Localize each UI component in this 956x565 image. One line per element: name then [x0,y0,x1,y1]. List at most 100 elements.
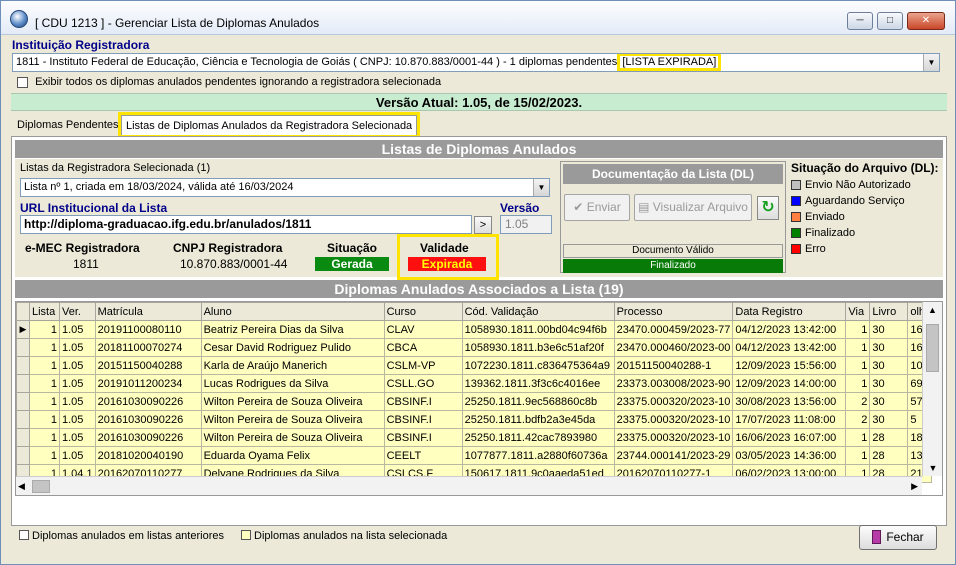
table-cell: 1 [29,428,60,447]
column-header-via[interactable]: Via [845,302,871,321]
lista-select[interactable]: Lista nº 1, criada em 18/03/2024, válida… [20,178,550,197]
swatch-icon [791,212,801,222]
visualizar-arquivo-button[interactable]: ▤ Visualizar Arquivo [634,194,752,221]
table-cell: Wilton Pereira de Souza Oliveira [200,392,385,411]
column-header-lista[interactable]: Lista [29,302,60,321]
column-header-curso[interactable]: Curso [383,302,463,321]
table-cell: 17/07/2023 11:08:00 [732,410,847,429]
diplomas-table: Lista Ver. Matrícula Aluno Curso Cód. Va… [16,302,932,483]
table-row[interactable]: 1 1.05 20151150040288 Karla de Araújo Maner… [16,356,932,375]
table-row[interactable]: 1 1.05 20191011200234 Lucas Rodrigues da Si… [16,374,932,393]
legend-label: Enviado [805,211,845,223]
table-cell: 20161030090226 [94,428,202,447]
table-cell: 1 [845,320,871,339]
column-header-livro[interactable]: Livro [869,302,909,321]
legend-item: Finalizado [791,225,941,241]
table-row[interactable]: 1 1.05 20161030090226 Wilton Pereira de Sou… [16,410,932,429]
table-cell: 20151150040288 [94,356,202,375]
url-go-button[interactable]: > [474,216,492,234]
close-window-button[interactable]: ✕ [907,12,945,30]
tab-listas-diplomas-anulados[interactable]: Listas de Diplomas Anulados da Registrad… [117,112,421,138]
chevron-down-icon[interactable]: ▼ [533,179,549,196]
column-header-aluno[interactable]: Aluno [200,302,385,321]
chevron-down-icon[interactable]: ▼ [923,54,939,71]
column-header-matricula[interactable]: Matrícula [94,302,202,321]
documentacao-title: Documentação da Lista (DL) [563,164,783,184]
legend-item: Envio Não Autorizado [791,177,941,193]
table-row[interactable]: ▶ 1 1.05 20191100080110 Beatriz Pereira Dias… [16,320,932,339]
documentacao-box: Documentação da Lista (DL) ✔ Enviar ▤ Vi… [560,161,786,273]
legend-label: Envio Não Autorizado [805,179,911,191]
table-cell: 1 [29,374,60,393]
validade-badge: Expirada [408,257,486,271]
url-field[interactable]: http://diploma-graduacao.ifg.edu.br/anul… [20,215,472,234]
table-row[interactable]: 1 1.05 20181100070274 Cesar David Rodriguez… [16,338,932,357]
listas-selecionada-label: Listas da Registradora Selecionada (1) [20,162,211,174]
legend-item: Enviado [791,209,941,225]
scroll-left-icon[interactable]: ◀ [18,477,25,495]
swatch-icon [791,180,801,190]
table-cell: 1058930.1811.00bd04c94f6b [461,320,615,339]
scroll-thumb[interactable] [926,324,939,372]
row-indicator [16,410,30,429]
table-cell: 23470.000459/2023-77 [613,320,734,339]
table-row[interactable]: 1 1.05 20181020040190 Eduarda Oyama Felix CE… [16,446,932,465]
emec-label: e-MEC Registradora [25,241,140,255]
legend-item: Aguardando Serviço [791,193,941,209]
column-header-cod-validacao[interactable]: Cód. Validação [461,302,615,321]
table-cell: 1 [845,428,871,447]
horizontal-scrollbar[interactable]: ◀ ▶ [16,476,922,495]
checkmark-icon: ✔ [573,200,584,214]
legend-item: Erro [791,241,941,257]
validade-label: Validade [420,241,469,255]
tab-panel: Listas de Diplomas Anulados Listas da Re… [11,136,947,526]
row-indicator [16,392,30,411]
fechar-label: Fechar [886,530,924,544]
table-cell: 1 [29,446,60,465]
scroll-thumb[interactable] [32,480,50,493]
table-cell: 23470.000460/2023-00 [613,338,734,357]
table-cell: 04/12/2023 13:42:00 [732,338,847,357]
scroll-down-icon[interactable]: ▼ [923,460,942,476]
table-cell: 30 [869,356,909,375]
show-all-checkbox[interactable] [17,76,28,88]
table-cell: CSLL.GO [383,374,463,393]
refresh-button[interactable]: ↻ [757,196,779,220]
scroll-up-icon[interactable]: ▲ [923,302,942,318]
table-row[interactable]: 1 1.05 20161030090226 Wilton Pereira de Sou… [16,428,932,447]
column-header-data-registro[interactable]: Data Registro [732,302,847,321]
table-cell: 2 [845,392,871,411]
column-header-ver[interactable]: Ver. [59,302,96,321]
table-row[interactable]: 1 1.05 20161030090226 Wilton Pereira de Sou… [16,392,932,411]
tab-diplomas-pendentes[interactable]: Diplomas Pendentes [13,115,123,135]
table-cell: 23375.000320/2023-10 [613,392,734,411]
table-cell: 1072230.1811.c836475364a9 [461,356,615,375]
row-indicator [16,356,30,375]
table-cell: 23375.000320/2023-10 [613,428,734,447]
fechar-button[interactable]: Fechar [859,525,937,550]
minimize-button[interactable]: ─ [847,12,873,30]
scroll-right-icon[interactable]: ▶ [911,477,918,495]
table-cell: Beatriz Pereira Dias da Silva [200,320,385,339]
title-bar: [ CDU 1213 ] - Gerenciar Lista de Diplom… [1,1,955,35]
table-cell: 1077877.1811.a2880f60736a [461,446,615,465]
table-cell: 25250.1811.42cac7893980 [461,428,615,447]
table-cell: CSLM-VP [383,356,463,375]
table-cell: 139362.1811.3f3c6c4016ee [461,374,615,393]
table-cell: 30 [869,392,909,411]
table-cell: 1 [29,410,60,429]
table-cell: 23744.000141/2023-29 [613,446,734,465]
enviar-button[interactable]: ✔ Enviar [564,194,630,221]
column-header-processo[interactable]: Processo [613,302,734,321]
diplomas-grid[interactable]: Lista Ver. Matrícula Aluno Curso Cód. Va… [15,301,943,496]
validade-box: Validade Expirada [397,234,499,280]
instituicao-select[interactable]: 1811 - Instituto Federal de Educação, Ci… [12,53,940,72]
maximize-button[interactable]: □ [877,12,903,30]
table-cell: 20191011200234 [94,374,202,393]
versao-field: 1.05 [500,215,552,234]
swatch-icon [791,244,801,254]
table-cell: 1.05 [59,392,96,411]
row-indicator [16,374,30,393]
vertical-scrollbar[interactable]: ▲ ▼ [922,302,942,476]
lista-selected-value: Lista nº 1, criada em 18/03/2024, válida… [24,181,294,193]
